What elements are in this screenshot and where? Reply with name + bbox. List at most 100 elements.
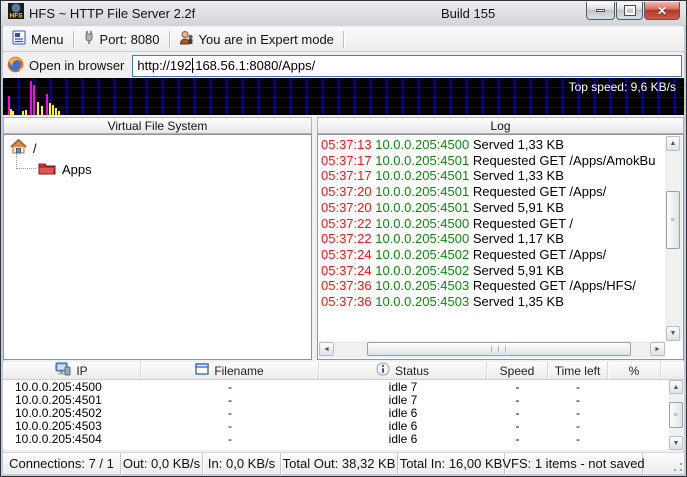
log-lines: 05:37:13 10.0.0.205:4500 Served 1,33 KB 0… [321,137,663,339]
column-header-status[interactable]: Status [319,362,487,379]
menu-label: Menu [31,31,64,47]
column-header-speed[interactable]: Speed [487,362,548,379]
expert-mode-label: You are in Expert mode [198,31,334,47]
vfs-panel-header[interactable]: Virtual File System [3,117,312,134]
firefox-icon [7,56,24,76]
vfs-tree[interactable]: / Apps [3,134,312,360]
toolbar: Menu Port: 8080 You are in Expert mode [3,27,684,52]
vfs-root-node[interactable]: / [10,138,311,157]
maximize-button[interactable] [616,2,643,20]
vfs-header-label: Virtual File System [107,118,208,133]
hfs-logo-icon: HFS [8,3,24,24]
log-entry: 05:37:17 10.0.0.205:4501 Served 1,33 KB [321,168,564,184]
log-panel[interactable]: 05:37:13 10.0.0.205:4500 Served 1,33 KB 0… [317,134,684,360]
url-input[interactable] [132,54,682,77]
tree-connector [16,153,36,169]
minimize-icon [596,9,605,12]
in-traffic-spike [12,111,14,115]
text-caret [192,57,194,73]
status-panel: Connections: 7 / 1 [3,453,121,474]
url-field-wrap [132,54,682,77]
connection-row[interactable]: 10.0.0.205:4501 - idle 7 - - [3,393,669,407]
status-bar: Connections: 7 / 1 Out: 0,0 KB/s In: 0,0 K… [3,452,684,474]
in-traffic-spike [55,108,57,115]
in-traffic-spike [37,102,39,115]
connection-row[interactable]: 10.0.0.205:4502 - idle 6 - - [3,406,669,420]
status-panel: In: 0,0 KB/s [203,453,281,474]
in-traffic-spike [58,111,60,115]
expert-user-icon [179,30,194,48]
traffic-graph: Top speed: 9,6 KB/s [3,78,684,115]
log-entry: 05:37:24 10.0.0.205:4502 Served 5,91 KB [321,262,564,278]
window-title: HFS ~ HTTP File Server 2.2f [29,6,196,21]
log-entry: 05:37:20 10.0.0.205:4501 Requested GET /… [321,184,607,200]
scrollbar-thumb[interactable]: ❘❘❘ [367,342,631,356]
out-traffic-spike [33,85,35,115]
connection-row[interactable]: 10.0.0.205:4500 - idle 7 - - [3,380,669,394]
open-in-browser-button[interactable]: Open in browser [3,54,132,77]
menu-button[interactable]: Menu [3,28,73,51]
out-traffic-spike [46,94,48,115]
column-header-ip[interactable]: IP [3,362,141,379]
log-entry: 05:37:17 10.0.0.205:4501 Requested GET /… [321,152,656,168]
computer-icon [55,362,71,379]
column-label-ip: IP [76,363,88,378]
hfs-window: HFS HFS ~ HTTP File Server 2.2f Build 15… [0,0,687,477]
top-speed-label: Top speed: 9,6 KB/s [568,80,676,94]
log-entry: 05:37:36 10.0.0.205:4503 Requested GET /… [321,278,636,294]
scroll-down-arrow[interactable]: ▼ [666,326,680,341]
toolbar-separator [342,30,344,48]
column-label-percent: % [628,363,640,378]
info-icon [376,362,390,379]
log-panel-header[interactable]: Log [317,117,684,134]
column-header-timeleft[interactable]: Time left [548,362,608,379]
scroll-left-arrow[interactable]: ◄ [319,342,334,356]
title-bar[interactable]: HFS HFS ~ HTTP File Server 2.2f Build 15… [1,1,686,26]
build-label: Build 155 [441,6,496,21]
status-panel: Total In: 16,00 KB [398,453,505,474]
in-traffic-spike [41,106,43,115]
column-label-timeleft: Time left [554,363,601,378]
resize-grip[interactable] [674,463,682,471]
minimize-button[interactable] [586,2,615,20]
in-traffic-spike [22,111,24,115]
scrollbar-thumb[interactable]: ≡ [666,191,680,249]
out-traffic-spike [30,81,32,115]
maximize-icon [623,5,636,16]
port-label: Port: 8080 [99,31,160,47]
column-header-filename[interactable]: Filename [141,362,319,379]
log-entry: 05:37:36 10.0.0.205:4503 Served 1,35 KB [321,294,564,310]
scroll-up-arrow[interactable]: ▲ [666,136,680,151]
column-header-percent[interactable]: % [608,362,661,379]
scrollbar-thumb[interactable]: ≡ [669,402,683,428]
close-button[interactable]: ✕ [644,2,680,20]
column-label-status: Status [394,363,430,378]
connection-row[interactable]: 10.0.0.205:4503 - idle 6 - - [3,419,669,433]
close-icon: ✕ [656,3,668,18]
expert-mode-button[interactable]: You are in Expert mode [170,28,343,51]
menu-icon [12,30,26,48]
vfs-apps-label: Apps [62,162,92,177]
svg-text:HFS: HFS [10,13,24,20]
scroll-right-arrow[interactable]: ► [650,342,665,356]
log-header-label: Log [490,118,511,133]
address-row: Open in browser [3,53,684,78]
log-entry: 05:37:13 10.0.0.205:4500 Served 1,33 KB [321,137,564,152]
port-button[interactable]: Port: 8080 [74,28,169,51]
scroll-down-arrow[interactable]: ▼ [669,436,683,450]
connections-vertical-scrollbar[interactable]: ▲ ≡ ▼ [669,380,684,450]
log-entry: 05:37:22 10.0.0.205:4500 Requested GET / [321,215,574,231]
log-entry: 05:37:22 10.0.0.205:4500 Served 1,17 KB [321,231,564,247]
log-entry: 05:37:24 10.0.0.205:4502 Requested GET /… [321,246,607,262]
open-in-browser-label: Open in browser [29,58,125,73]
vfs-node-apps[interactable]: Apps [16,153,311,178]
connections-header: IP Filename Status Speed Time left % [3,362,684,380]
scroll-up-arrow[interactable]: ▲ [669,380,683,394]
log-horizontal-scrollbar[interactable]: ◄ ❘❘❘ ► [319,341,665,358]
log-vertical-scrollbar[interactable]: ▲ ≡ ▼ [665,136,682,341]
status-panel: VFS: 1 items - not saved [502,453,645,474]
folder-icon [38,161,56,178]
log-entry: 05:37:20 10.0.0.205:4501 Served 5,91 KB [321,199,564,215]
connections-table[interactable]: 10.0.0.205:4500 - idle 7 - - 10.0.0.205:… [3,380,669,450]
connection-row[interactable]: 10.0.0.205:4504 - idle 6 - - [3,432,669,446]
